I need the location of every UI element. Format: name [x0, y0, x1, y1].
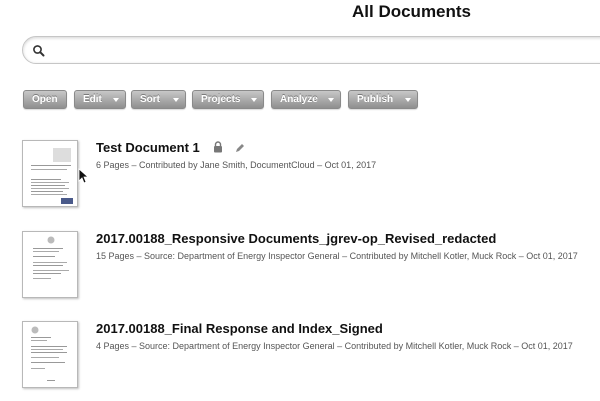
- analyze-button[interactable]: Analyze: [271, 90, 341, 109]
- lock-icon: [213, 141, 223, 156]
- document-meta: 4 Pages – Source: Department of Energy I…: [96, 341, 573, 351]
- document-meta: 15 Pages – Source: Department of Energy …: [96, 251, 578, 261]
- document-title[interactable]: Test Document 1: [96, 140, 253, 156]
- thumbnail-page-icon: [31, 326, 67, 381]
- edit-button-label: Edit: [83, 94, 102, 105]
- thumbnail-page-icon: [31, 148, 73, 204]
- pencil-icon[interactable]: [235, 141, 245, 156]
- thumbnail-page-icon: [33, 236, 69, 279]
- document-title-text[interactable]: Test Document 1: [96, 140, 200, 155]
- document-title-text[interactable]: 2017.00188_Final Response and Index_Sign…: [96, 321, 383, 336]
- search-bar[interactable]: [22, 36, 600, 64]
- document-title[interactable]: 2017.00188_Responsive Documents_jgrev-op…: [96, 231, 496, 246]
- document-thumbnail[interactable]: [22, 321, 78, 388]
- sort-button[interactable]: Sort: [131, 90, 186, 109]
- publish-button[interactable]: Publish: [348, 90, 418, 109]
- chevron-down-icon: [405, 98, 411, 102]
- open-button-label: Open: [32, 94, 58, 105]
- chevron-down-icon: [251, 98, 257, 102]
- document-thumbnail[interactable]: [22, 231, 78, 298]
- projects-button[interactable]: Projects: [192, 90, 264, 109]
- document-title-text[interactable]: 2017.00188_Responsive Documents_jgrev-op…: [96, 231, 496, 246]
- chevron-down-icon: [113, 98, 119, 102]
- open-button[interactable]: Open: [23, 90, 67, 109]
- search-input[interactable]: [51, 40, 591, 60]
- publish-button-label: Publish: [357, 94, 394, 105]
- analyze-button-label: Analyze: [280, 94, 318, 105]
- document-thumbnail[interactable]: [22, 140, 78, 207]
- document-meta: 6 Pages – Contributed by Jane Smith, Doc…: [96, 160, 377, 170]
- edit-button[interactable]: Edit: [74, 90, 126, 109]
- mouse-cursor-icon: [78, 168, 88, 184]
- page-title: All Documents: [352, 2, 472, 21]
- chevron-down-icon: [173, 98, 179, 102]
- document-title[interactable]: 2017.00188_Final Response and Index_Sign…: [96, 321, 383, 336]
- projects-button-label: Projects: [201, 94, 241, 105]
- chevron-down-icon: [328, 98, 334, 102]
- sort-button-label: Sort: [140, 94, 160, 105]
- search-icon: [33, 45, 45, 57]
